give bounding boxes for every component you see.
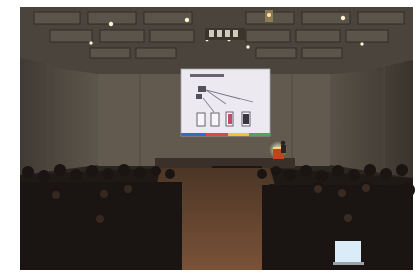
laptop-screen (335, 241, 361, 262)
slide-title-bar (190, 74, 224, 77)
speaker (280, 140, 286, 146)
right-wall (330, 60, 413, 178)
projection-screen (180, 68, 271, 137)
laptop (333, 241, 364, 265)
slide-footer-stripe (181, 133, 270, 136)
left-wall (20, 58, 98, 175)
conference-hall-photo (0, 0, 417, 273)
hall-interior (20, 7, 415, 270)
